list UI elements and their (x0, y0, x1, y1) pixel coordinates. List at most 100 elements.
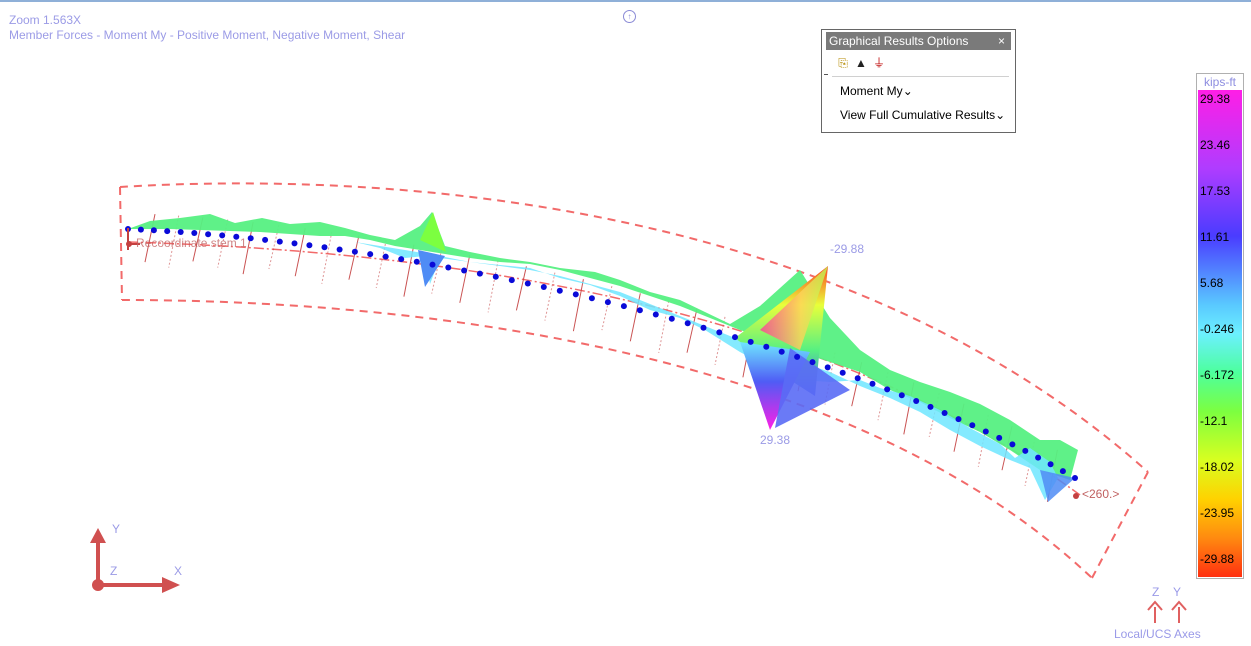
member-node-dot (164, 228, 171, 235)
global-axis-y-label: Y (112, 522, 120, 536)
warning-triangle-icon[interactable]: ▲ (854, 56, 868, 70)
panel-divider (832, 76, 1009, 77)
member-node-dot (1047, 461, 1054, 468)
member-node-dot (604, 299, 611, 306)
legend-tick-label: 5.68 (1200, 276, 1224, 290)
member-node-dot (636, 307, 643, 314)
member-node-dot (941, 410, 948, 416)
hatch-line (572, 279, 584, 332)
member-node-dot (306, 242, 313, 249)
member-node-dot (429, 261, 436, 268)
member-node-dot (276, 238, 283, 245)
global-axis-z-label: Z (110, 564, 117, 578)
moment-fill-upper (128, 212, 1078, 480)
member-node-dot (668, 315, 675, 322)
result-type-label: Moment My (840, 84, 903, 98)
member-node-dot (913, 398, 920, 404)
member-node-dot (620, 303, 627, 310)
member-node-dot (556, 287, 563, 294)
member-node-dot (351, 248, 358, 255)
hatch-line (321, 231, 333, 284)
member-end-node (1073, 493, 1079, 499)
boundary-bottom (121, 299, 1093, 579)
member-node-dot (137, 226, 144, 233)
member-node-dot (652, 311, 659, 318)
member-node-dot (524, 280, 531, 287)
legend-tick-label: -6.172 (1200, 368, 1235, 382)
local-axis-y-label: Y (1173, 585, 1182, 599)
member-node-dot (716, 329, 723, 336)
member-node-dot (854, 375, 861, 382)
panel-title-bar[interactable]: Graphical Results Options × (826, 32, 1011, 50)
member-node-dot (445, 264, 452, 271)
moment-diagram (128, 212, 1078, 502)
hatch-line (487, 260, 499, 313)
member-node-dot (291, 240, 298, 247)
panel-title: Graphical Results Options (829, 34, 969, 48)
hatch-line (601, 285, 613, 331)
member-node-dot (382, 253, 389, 260)
member-node-dot (150, 227, 157, 234)
legend-tick-label: -23.95 (1200, 506, 1235, 520)
member-node-dot (763, 343, 770, 350)
member-node-dot (1059, 468, 1066, 475)
model-viewport[interactable]: Recoordinate stem 1 -29.88 29.38 <260.> … (0, 0, 1251, 646)
member-node-dot (1009, 441, 1016, 448)
member-node-dot (540, 284, 547, 290)
result-type-dropdown[interactable]: Moment My⌄ (840, 84, 913, 98)
local-axis-z-label: Z (1152, 585, 1160, 599)
hatch-line (459, 254, 471, 303)
legend-tick-label: 23.46 (1200, 138, 1231, 152)
member-node-dot (839, 369, 846, 376)
legend-unit: kips-ft (1197, 74, 1243, 90)
member-node-dot (927, 403, 934, 410)
member-node-dot (1072, 475, 1078, 481)
local-axes-arrows-icon (1147, 600, 1187, 623)
global-axis-x-label: X (174, 564, 182, 578)
member-number-label: <260.> (1082, 487, 1119, 501)
chevron-down-icon: ⌄ (995, 108, 1006, 122)
color-legend: kips-ft 29.38 23.46 17.53 11.61 5.68 -0.246 -6… (1196, 73, 1244, 579)
panel-toolbar: ⎘ ▲ ⏚ (836, 56, 886, 72)
member-nodes (125, 226, 1078, 481)
legend-tick-label: 29.38 (1200, 92, 1231, 106)
legend-tick-label: 11.61 (1200, 230, 1230, 244)
cumulative-results-dropdown[interactable]: View Full Cumulative Results⌄ (840, 108, 1005, 122)
hatch-line (544, 272, 556, 321)
max-moment-label: -29.88 (830, 242, 864, 256)
member-node-dot (700, 324, 707, 331)
member-node-dot (824, 364, 831, 371)
legend-tick-label: -29.88 (1200, 552, 1235, 566)
member-start-label: Recoordinate stem 1 (136, 236, 247, 250)
global-axes-triad (90, 528, 180, 593)
member-node-dot (794, 353, 801, 360)
member-node-dot (572, 291, 579, 298)
hatch-line (515, 266, 527, 311)
chevron-down-icon: ⌄ (902, 84, 913, 98)
legend-tick-label: -12.1 (1200, 414, 1228, 428)
hatch-line (348, 235, 360, 280)
member-node-dot (809, 359, 816, 366)
moment-fill-lower (355, 242, 1058, 500)
moment-hatch-lines (144, 213, 1058, 502)
graphical-results-options-panel: Graphical Results Options × ⎘ ▲ ⏚ Moment… (821, 29, 1016, 133)
cumulative-results-label: View Full Cumulative Results (840, 108, 996, 122)
member-node-dot (955, 416, 962, 423)
member-node-dot (336, 246, 343, 253)
member-node-dot (398, 256, 405, 263)
member-node-dot (778, 348, 785, 355)
panel-grip (824, 74, 828, 75)
member-node-dot (732, 334, 738, 341)
member-node-dot (508, 277, 515, 284)
member-node-dot (996, 434, 1003, 441)
legend-tick-label: 17.53 (1200, 184, 1231, 198)
member-node-dot (247, 235, 254, 242)
moment-spike-small-down (418, 250, 445, 287)
legend-tick-label: -18.02 (1200, 460, 1235, 474)
close-icon[interactable]: × (998, 32, 1005, 50)
results-settings-icon[interactable]: ⎘ (836, 56, 850, 70)
member-node-dot (982, 428, 989, 435)
member-node-dot (461, 267, 468, 274)
member-force-icon[interactable]: ⏚ (872, 56, 886, 70)
member-node-dot (1035, 454, 1042, 461)
